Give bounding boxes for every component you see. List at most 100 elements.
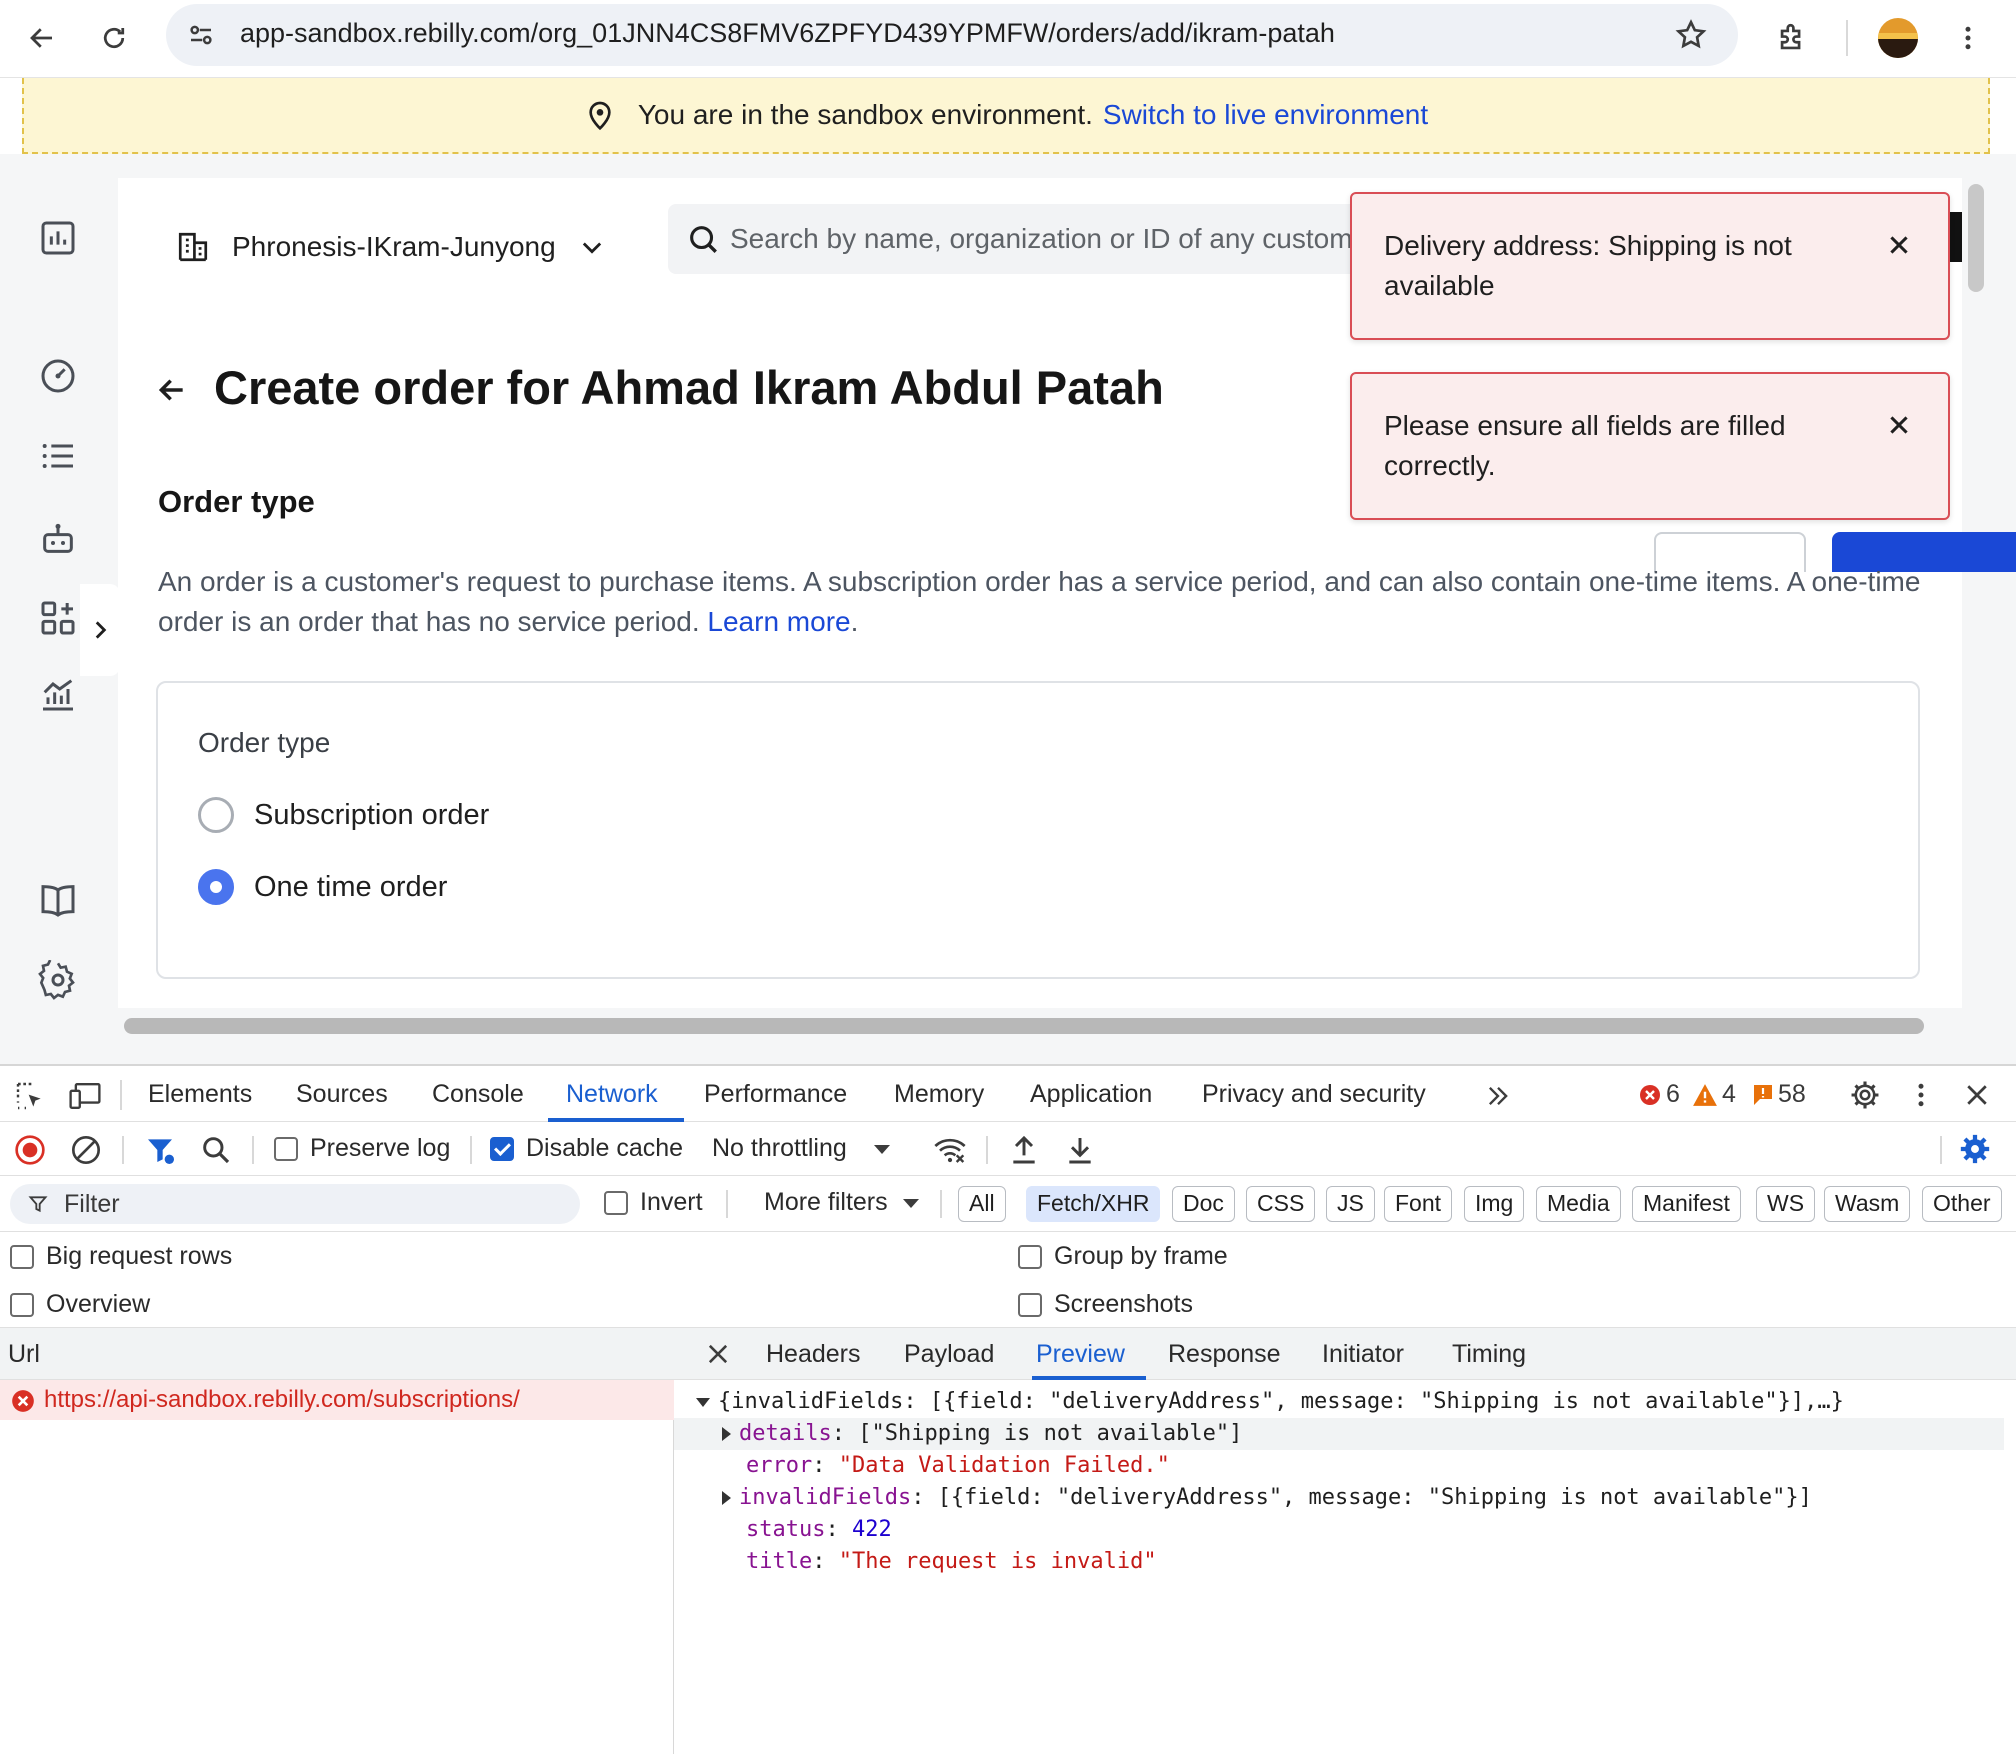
clear-icon[interactable] bbox=[70, 1134, 102, 1166]
nav-settings[interactable] bbox=[34, 956, 82, 1004]
customer-search[interactable] bbox=[668, 204, 1448, 274]
checkbox[interactable] bbox=[10, 1292, 34, 1317]
preview-details-line[interactable]: details: ["Shipping is not available"] bbox=[722, 1418, 1242, 1450]
type-filter-media[interactable]: Media bbox=[1536, 1186, 1621, 1222]
back-button[interactable] bbox=[14, 10, 70, 66]
type-filter-font[interactable]: Font bbox=[1384, 1186, 1453, 1222]
tab-console[interactable]: Console bbox=[432, 1080, 524, 1109]
type-filter-doc[interactable]: Doc bbox=[1172, 1186, 1235, 1222]
switch-environment-link[interactable]: Switch to live environment bbox=[1103, 99, 1428, 131]
horizontal-scrollbar[interactable] bbox=[124, 1018, 1924, 1034]
type-filter-css[interactable]: CSS bbox=[1246, 1186, 1316, 1222]
type-filter-ws[interactable]: WS bbox=[1756, 1186, 1816, 1222]
type-filter-fetch-xhr[interactable]: Fetch/XHR bbox=[1026, 1186, 1161, 1222]
back-arrow-icon[interactable] bbox=[156, 374, 188, 406]
search-icon[interactable] bbox=[200, 1134, 232, 1166]
screenshots-checkbox[interactable]: Screenshots bbox=[1018, 1290, 1193, 1319]
type-filter-all[interactable]: All bbox=[958, 1186, 1006, 1222]
learn-more-link[interactable]: Learn more bbox=[707, 606, 850, 637]
preview-invalidfields-line[interactable]: invalidFields: [{field: "deliveryAddress… bbox=[722, 1482, 1812, 1514]
request-row[interactable]: https://api-sandbox.rebilly.com/subscrip… bbox=[0, 1380, 674, 1420]
warning-count[interactable]: 4 bbox=[1692, 1080, 1736, 1109]
tab-elements[interactable]: Elements bbox=[148, 1080, 252, 1109]
nav-customers[interactable] bbox=[34, 352, 82, 400]
type-filter-other[interactable]: Other bbox=[1922, 1186, 2002, 1222]
tab-sources[interactable]: Sources bbox=[296, 1080, 388, 1109]
disable-cache-checkbox[interactable]: Disable cache bbox=[490, 1134, 683, 1163]
expand-sidebar-button[interactable] bbox=[80, 584, 120, 676]
network-settings-icon[interactable] bbox=[1958, 1132, 1992, 1166]
checkbox[interactable] bbox=[1018, 1292, 1042, 1317]
tab-privacy-security[interactable]: Privacy and security bbox=[1202, 1080, 1426, 1109]
inspect-element-icon[interactable] bbox=[14, 1080, 46, 1112]
preserve-log-checkbox[interactable]: Preserve log bbox=[274, 1134, 450, 1163]
type-filter-js[interactable]: JS bbox=[1326, 1186, 1375, 1222]
detail-tab-payload[interactable]: Payload bbox=[904, 1340, 994, 1369]
search-input[interactable] bbox=[730, 204, 1430, 274]
detail-tab-preview[interactable]: Preview bbox=[1036, 1340, 1125, 1369]
expand-triangle-icon[interactable] bbox=[722, 1427, 731, 1441]
nav-reports[interactable] bbox=[34, 670, 82, 718]
nav-apps[interactable] bbox=[34, 594, 82, 642]
devtools-menu-icon[interactable] bbox=[1906, 1080, 1936, 1110]
record-stop-icon[interactable] bbox=[14, 1134, 46, 1166]
group-by-frame-checkbox[interactable]: Group by frame bbox=[1018, 1242, 1228, 1271]
close-devtools-icon[interactable] bbox=[1962, 1080, 1992, 1110]
tab-application[interactable]: Application bbox=[1030, 1080, 1152, 1109]
filter-field[interactable] bbox=[10, 1184, 580, 1224]
browser-menu-button[interactable] bbox=[1940, 10, 1996, 66]
overview-checkbox[interactable]: Overview bbox=[10, 1290, 150, 1319]
vertical-scrollbar[interactable] bbox=[1968, 184, 1984, 292]
url-text[interactable]: app-sandbox.rebilly.com/org_01JNN4CS8FMV… bbox=[240, 18, 1335, 49]
profile-avatar[interactable] bbox=[1870, 10, 1926, 66]
bookmark-star-icon[interactable] bbox=[1674, 18, 1708, 52]
site-info-icon[interactable] bbox=[186, 20, 216, 50]
reload-button[interactable] bbox=[86, 10, 142, 66]
radio-one-time-order[interactable]: One time order bbox=[198, 869, 447, 905]
toast-close-button[interactable] bbox=[1882, 228, 1916, 262]
preview-root-line[interactable]: {invalidFields: [{field: "deliveryAddres… bbox=[696, 1386, 1844, 1418]
nav-dashboard[interactable] bbox=[34, 214, 82, 262]
expand-triangle-icon[interactable] bbox=[722, 1491, 731, 1505]
extensions-button[interactable] bbox=[1764, 10, 1820, 66]
checkbox[interactable] bbox=[604, 1190, 628, 1215]
detail-tab-headers[interactable]: Headers bbox=[766, 1340, 861, 1369]
tab-memory[interactable]: Memory bbox=[894, 1080, 984, 1109]
radio-circle-selected[interactable] bbox=[198, 869, 234, 905]
network-conditions-icon[interactable] bbox=[932, 1134, 968, 1166]
tab-performance[interactable]: Performance bbox=[704, 1080, 847, 1109]
filter-funnel-icon[interactable] bbox=[144, 1134, 176, 1166]
radio-subscription-order[interactable]: Subscription order bbox=[198, 797, 489, 833]
more-tabs-icon[interactable] bbox=[1484, 1082, 1512, 1110]
type-filter-wasm[interactable]: Wasm bbox=[1824, 1186, 1911, 1222]
type-filter-manifest[interactable]: Manifest bbox=[1632, 1186, 1741, 1222]
collapse-triangle-icon[interactable] bbox=[696, 1397, 710, 1407]
close-detail-icon[interactable] bbox=[704, 1340, 732, 1368]
error-count[interactable]: 6 bbox=[1638, 1080, 1680, 1109]
more-filters-dropdown[interactable]: More filters bbox=[764, 1188, 920, 1217]
tab-network[interactable]: Network bbox=[566, 1080, 658, 1109]
checkbox[interactable] bbox=[10, 1244, 34, 1269]
invert-checkbox[interactable]: Invert bbox=[604, 1188, 703, 1217]
address-bar[interactable]: app-sandbox.rebilly.com/org_01JNN4CS8FMV… bbox=[166, 4, 1738, 66]
import-har-icon[interactable] bbox=[1008, 1134, 1040, 1166]
detail-tab-initiator[interactable]: Initiator bbox=[1322, 1340, 1404, 1369]
detail-tab-response[interactable]: Response bbox=[1168, 1340, 1281, 1369]
detail-tab-timing[interactable]: Timing bbox=[1452, 1340, 1526, 1369]
checkbox[interactable] bbox=[274, 1136, 298, 1161]
checkbox-checked[interactable] bbox=[490, 1136, 514, 1161]
type-filter-img[interactable]: Img bbox=[1464, 1186, 1525, 1222]
nav-automations[interactable] bbox=[34, 514, 82, 562]
big-request-rows-checkbox[interactable]: Big request rows bbox=[10, 1242, 232, 1271]
organization-switcher[interactable]: Phronesis-IKram-Junyong bbox=[176, 222, 606, 272]
url-column-header[interactable]: Url bbox=[0, 1328, 674, 1380]
toast-close-button[interactable] bbox=[1882, 408, 1916, 442]
issues-count[interactable]: 58 bbox=[1752, 1080, 1806, 1109]
filter-input[interactable] bbox=[64, 1184, 564, 1224]
throttling-select[interactable]: No throttling bbox=[712, 1134, 891, 1163]
checkbox[interactable] bbox=[1018, 1244, 1042, 1269]
nav-list[interactable] bbox=[34, 432, 82, 480]
nav-docs[interactable] bbox=[34, 876, 82, 924]
export-har-icon[interactable] bbox=[1064, 1134, 1096, 1166]
devtools-settings-icon[interactable] bbox=[1848, 1078, 1882, 1112]
